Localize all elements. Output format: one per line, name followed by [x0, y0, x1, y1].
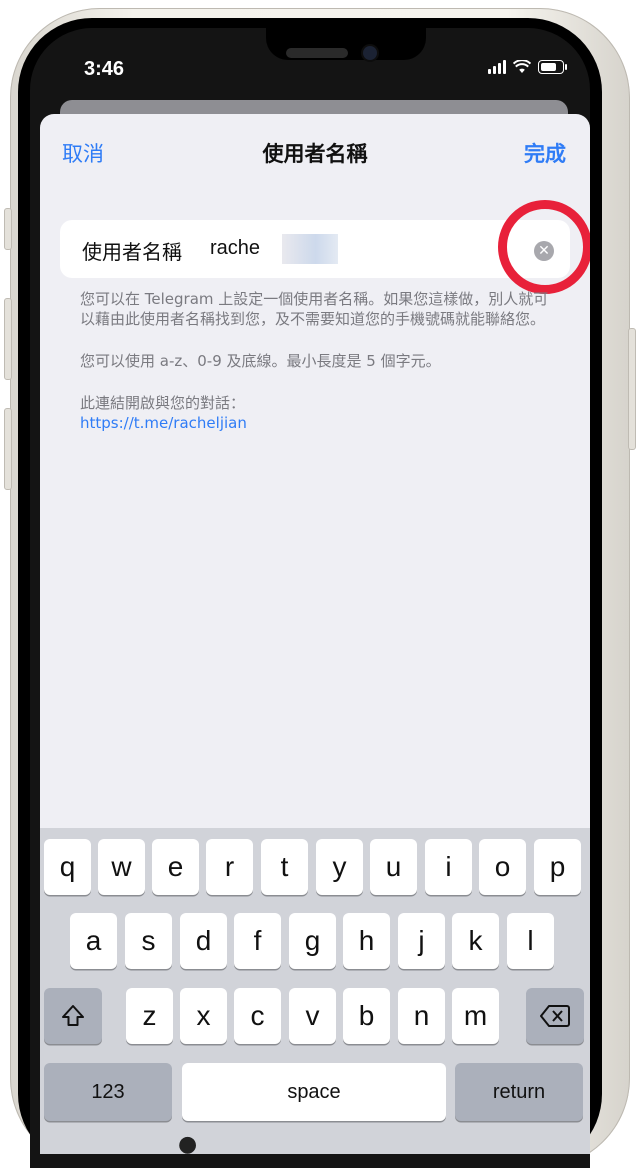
- mute-switch: [4, 208, 12, 250]
- profile-link[interactable]: https://t.me/racheljian: [80, 413, 560, 433]
- key-v[interactable]: v: [289, 988, 336, 1044]
- key-w[interactable]: w: [98, 839, 145, 895]
- key-i[interactable]: i: [425, 839, 472, 895]
- username-sheet: 取消 使用者名稱 完成 使用者名稱 rache ✕ 您可以在 Telegram …: [40, 114, 590, 1154]
- key-y[interactable]: y: [316, 839, 363, 895]
- speaker: [286, 48, 348, 58]
- emoji-globe-icon[interactable]: ●: [178, 1132, 197, 1157]
- username-field-label: 使用者名稱: [82, 240, 182, 264]
- key-f[interactable]: f: [234, 913, 281, 969]
- key-e[interactable]: e: [152, 839, 199, 895]
- volume-down-button: [4, 408, 12, 490]
- key-p[interactable]: p: [534, 839, 581, 895]
- status-icons: [488, 60, 567, 74]
- key-u[interactable]: u: [370, 839, 417, 895]
- redacted-text: [282, 234, 338, 264]
- help-link-caption: 此連結開啟與您的對話：: [80, 394, 246, 412]
- wifi-icon: [513, 60, 531, 73]
- key-h[interactable]: h: [343, 913, 390, 969]
- volume-up-button: [4, 298, 12, 380]
- numbers-key[interactable]: 123: [44, 1063, 172, 1121]
- key-n[interactable]: n: [398, 988, 445, 1044]
- key-s[interactable]: s: [125, 913, 172, 969]
- battery-icon: [538, 60, 567, 74]
- key-l[interactable]: l: [507, 913, 554, 969]
- cellular-signal-icon: [488, 60, 506, 74]
- front-camera: [363, 46, 377, 60]
- status-time: 3:46: [84, 58, 125, 80]
- help-text: 您可以在 Telegram 上設定一個使用者名稱。如果您這樣做，別人就可以藉由此…: [80, 289, 560, 455]
- key-a[interactable]: a: [70, 913, 117, 969]
- shift-key[interactable]: [44, 988, 102, 1044]
- power-button: [628, 328, 636, 450]
- key-k[interactable]: k: [452, 913, 499, 969]
- help-paragraph-2: 您可以使用 a-z、0-9 及底線。最小長度是 5 個字元。: [80, 352, 441, 370]
- key-g[interactable]: g: [289, 913, 336, 969]
- return-key[interactable]: return: [455, 1063, 583, 1121]
- help-paragraph-1: 您可以在 Telegram 上設定一個使用者名稱。如果您這樣做，別人就可以藉由此…: [80, 290, 549, 328]
- delete-key[interactable]: [526, 988, 584, 1044]
- key-q[interactable]: q: [44, 839, 91, 895]
- key-m[interactable]: m: [452, 988, 499, 1044]
- key-x[interactable]: x: [180, 988, 227, 1044]
- key-t[interactable]: t: [261, 839, 308, 895]
- key-r[interactable]: r: [206, 839, 253, 895]
- key-c[interactable]: c: [234, 988, 281, 1044]
- help-paragraph-3: 此連結開啟與您的對話： https://t.me/racheljian: [80, 393, 560, 433]
- key-j[interactable]: j: [398, 913, 445, 969]
- username-field[interactable]: 使用者名稱 rache ✕: [60, 220, 570, 278]
- space-key[interactable]: space: [182, 1063, 446, 1121]
- key-z[interactable]: z: [126, 988, 173, 1044]
- key-b[interactable]: b: [343, 988, 390, 1044]
- done-button[interactable]: 完成: [524, 138, 566, 168]
- page-title: 使用者名稱: [262, 142, 368, 166]
- keyboard: q w e r t y u i o p a s d f g h j k l z …: [40, 828, 590, 1154]
- nav-bar: 取消 使用者名稱 完成: [40, 114, 590, 190]
- highlight-circle: [498, 200, 590, 294]
- shift-icon: [62, 1005, 84, 1026]
- key-o[interactable]: o: [479, 839, 526, 895]
- key-d[interactable]: d: [180, 913, 227, 969]
- backspace-icon: [540, 1005, 570, 1027]
- username-input[interactable]: rache: [210, 237, 260, 260]
